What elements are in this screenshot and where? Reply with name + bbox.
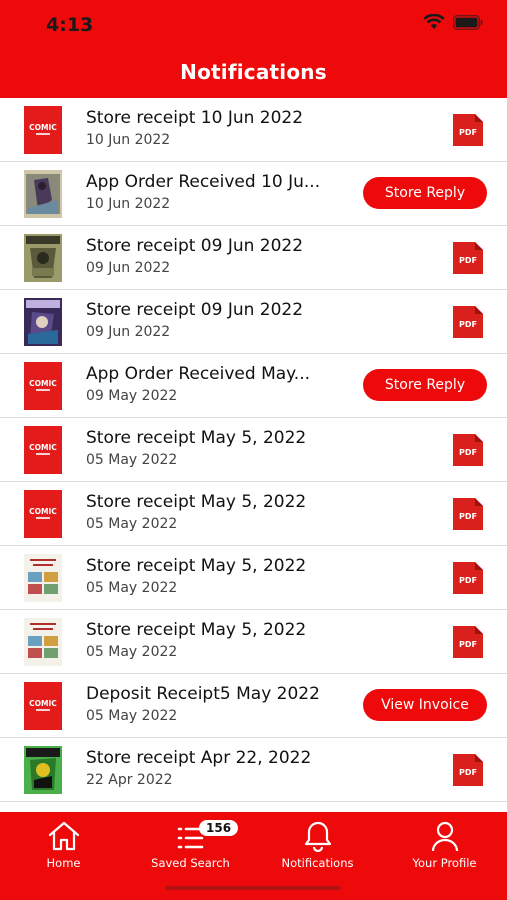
tab-home[interactable]: Home	[0, 818, 127, 870]
tab-saved-search-label: Saved Search	[151, 856, 230, 870]
tab-home-label: Home	[46, 856, 81, 870]
logo-text: COMIC	[29, 699, 57, 708]
notification-title: Store receipt 10 Jun 2022	[86, 108, 304, 128]
pdf-icon[interactable]: PDF	[453, 242, 483, 274]
page-title: Notifications	[180, 60, 327, 84]
notification-row[interactable]: Store receipt May 5, 2022 05 May 2022 PDF	[0, 546, 507, 610]
notification-row[interactable]: Store receipt 09 Jun 2022 09 Jun 2022 PDF	[0, 226, 507, 290]
item-thumbnail	[24, 746, 62, 794]
logo-text: COMIC	[29, 379, 57, 388]
item-thumbnail	[24, 234, 62, 282]
svg-text:PDF: PDF	[459, 320, 477, 329]
notification-row[interactable]: COMIC Deposit Receipt5 May 2022 05 May 202…	[0, 674, 507, 738]
pdf-icon[interactable]: PDF	[453, 114, 483, 146]
notification-row[interactable]: Store receipt 09 Jun 2022 09 Jun 2022 PDF	[0, 290, 507, 354]
notification-title: Store receipt May 5, 2022	[86, 492, 307, 512]
status-time: 4:13	[46, 14, 94, 36]
svg-text:PDF: PDF	[459, 128, 477, 137]
tab-bar: Home 156 Saved Search Notifications Your…	[0, 812, 507, 900]
wifi-icon	[423, 14, 445, 29]
notification-date: 05 May 2022	[86, 580, 178, 596]
pdf-icon[interactable]: PDF	[453, 498, 483, 530]
notification-list[interactable]: COMIC Store receipt 10 Jun 2022 10 Jun 202…	[0, 98, 507, 812]
store-reply-button[interactable]: Store Reply	[363, 369, 487, 401]
item-thumbnail	[24, 298, 62, 346]
notification-date: 09 Jun 2022	[86, 324, 171, 340]
notification-date: 05 May 2022	[86, 644, 178, 660]
store-reply-button[interactable]: Store Reply	[363, 177, 487, 209]
saved-search-count-badge: 156	[199, 820, 239, 836]
item-thumbnail: COMIC	[24, 682, 62, 730]
svg-text:PDF: PDF	[459, 256, 477, 265]
notification-row[interactable]: COMIC Store receipt 10 Jun 2022 10 Jun 202…	[0, 98, 507, 162]
notification-title: Store receipt Apr 22, 2022	[86, 748, 312, 768]
status-icons	[423, 14, 483, 30]
notification-date: 22 Apr 2022	[86, 772, 173, 788]
view-invoice-button[interactable]: View Invoice	[363, 689, 487, 721]
pdf-icon[interactable]: PDF	[453, 754, 483, 786]
battery-icon	[453, 14, 483, 30]
notification-date: 10 Jun 2022	[86, 132, 171, 148]
pdf-icon[interactable]: PDF	[453, 562, 483, 594]
notification-title: App Order Received May...	[86, 364, 311, 384]
notification-row[interactable]: COMIC Store receipt May 5, 2022 05 May 202…	[0, 418, 507, 482]
notification-title: Store receipt May 5, 2022	[86, 556, 307, 576]
item-thumbnail: COMIC	[24, 362, 62, 410]
svg-text:PDF: PDF	[459, 448, 477, 457]
bell-icon	[304, 821, 331, 852]
pdf-icon[interactable]: PDF	[453, 434, 483, 466]
svg-text:PDF: PDF	[459, 576, 477, 585]
item-thumbnail: COMIC	[24, 490, 62, 538]
notification-date: 05 May 2022	[86, 516, 178, 532]
notification-row[interactable]: Store receipt May 5, 2022 05 May 2022 PDF	[0, 610, 507, 674]
tab-notifications[interactable]: Notifications	[254, 818, 381, 870]
notification-title: Deposit Receipt5 May 2022	[86, 684, 320, 704]
app-header: 4:13 Notifications	[0, 0, 507, 98]
notification-row[interactable]: Store receipt Apr 22, 2022 22 Apr 2022 PDF	[0, 738, 507, 802]
notification-row[interactable]: App Order Received 10 Ju... 10 Jun 2022 St…	[0, 162, 507, 226]
item-thumbnail	[24, 170, 62, 218]
notification-date: 09 Jun 2022	[86, 260, 171, 276]
notification-row[interactable]: COMIC Store receipt May 5, 2022 05 May 202…	[0, 482, 507, 546]
home-icon	[48, 821, 79, 851]
item-thumbnail: COMIC	[24, 426, 62, 474]
logo-text: COMIC	[29, 443, 57, 452]
notification-date: 05 May 2022	[86, 452, 178, 468]
home-indicator	[165, 886, 341, 890]
logo-text: COMIC	[29, 123, 57, 132]
item-thumbnail: COMIC	[24, 106, 62, 154]
notification-date: 09 May 2022	[86, 388, 178, 404]
svg-text:PDF: PDF	[459, 512, 477, 521]
tab-saved-search[interactable]: 156 Saved Search	[127, 818, 254, 870]
logo-text: COMIC	[29, 507, 57, 516]
item-thumbnail	[24, 618, 62, 666]
notification-title: Store receipt May 5, 2022	[86, 428, 307, 448]
tab-notifications-label: Notifications	[281, 856, 354, 870]
notification-date: 10 Jun 2022	[86, 196, 171, 212]
item-thumbnail	[24, 554, 62, 602]
pdf-icon[interactable]: PDF	[453, 626, 483, 658]
notification-title: App Order Received 10 Ju...	[86, 172, 321, 192]
tab-profile[interactable]: Your Profile	[381, 818, 507, 870]
notification-row[interactable]: COMIC App Order Received May... 09 May 202…	[0, 354, 507, 418]
tab-profile-label: Your Profile	[412, 856, 477, 870]
notification-title: Store receipt 09 Jun 2022	[86, 300, 304, 320]
svg-text:PDF: PDF	[459, 640, 477, 649]
notification-title: Store receipt 09 Jun 2022	[86, 236, 304, 256]
pdf-icon[interactable]: PDF	[453, 306, 483, 338]
svg-text:PDF: PDF	[459, 768, 477, 777]
notification-title: Store receipt May 5, 2022	[86, 620, 307, 640]
notification-date: 05 May 2022	[86, 708, 178, 724]
user-icon	[431, 821, 458, 852]
